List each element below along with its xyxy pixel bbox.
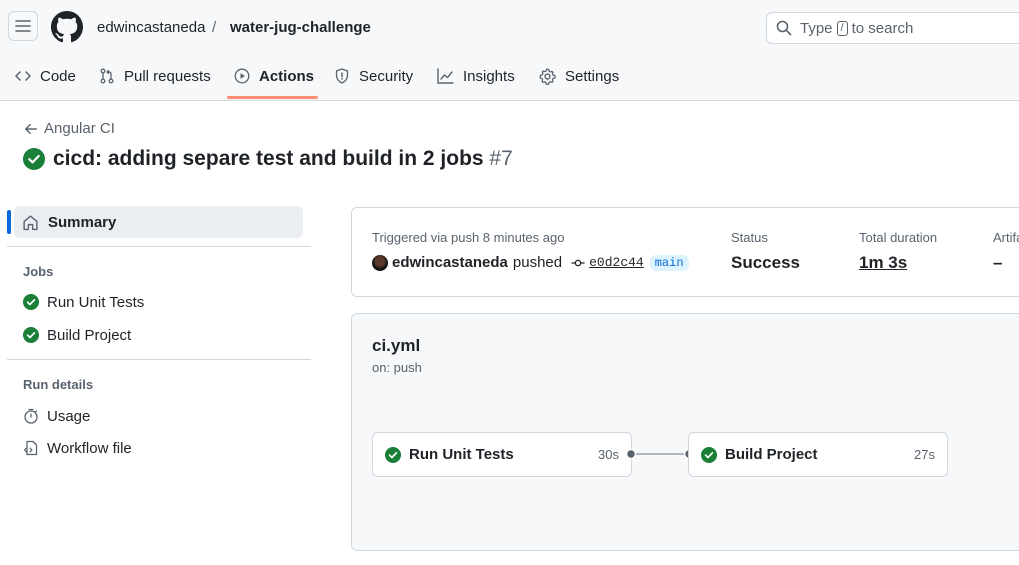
check-circle-icon bbox=[23, 327, 39, 343]
sidebar-item-label: Run Unit Tests bbox=[47, 293, 145, 311]
tab-label: Code bbox=[40, 67, 76, 85]
job-name: Run Unit Tests bbox=[409, 446, 514, 463]
sidebar-item-label: Usage bbox=[47, 407, 91, 425]
sidebar-item-usage[interactable]: Usage bbox=[23, 405, 90, 427]
status-value: Success bbox=[731, 253, 800, 272]
tab-security[interactable]: Security bbox=[334, 64, 413, 88]
github-logo-icon[interactable] bbox=[51, 11, 83, 43]
file-code-icon bbox=[23, 440, 38, 456]
gear-icon bbox=[539, 68, 556, 85]
tab-settings[interactable]: Settings bbox=[539, 64, 619, 88]
pull-request-icon bbox=[100, 68, 114, 84]
stopwatch-icon bbox=[24, 408, 38, 424]
search-placeholder-suffix: to search bbox=[851, 19, 914, 37]
action-text: pushed bbox=[512, 254, 563, 271]
repo-link[interactable]: water-jug-challenge bbox=[230, 19, 371, 37]
search-icon bbox=[776, 20, 792, 36]
trigger-text: Triggered via push 8 minutes ago bbox=[372, 230, 565, 245]
search-placeholder-prefix: Type bbox=[800, 19, 833, 37]
sidebar-item-label: Summary bbox=[48, 213, 117, 231]
tab-label: Pull requests bbox=[124, 67, 211, 85]
actor-link[interactable]: edwincastaneda bbox=[392, 254, 508, 271]
run-details-heading: Run details bbox=[23, 377, 94, 392]
commit-icon bbox=[571, 259, 585, 266]
sidebar-job-run-unit-tests[interactable]: Run Unit Tests bbox=[23, 291, 144, 313]
sidebar-item-summary[interactable]: Summary bbox=[14, 206, 303, 238]
menu-button[interactable] bbox=[8, 11, 38, 41]
graph-icon bbox=[437, 68, 454, 84]
hamburger-icon bbox=[15, 20, 31, 32]
check-circle-icon bbox=[385, 446, 401, 463]
workflow-name: Angular CI bbox=[44, 120, 115, 137]
artifacts-value: – bbox=[993, 253, 1003, 272]
check-circle-icon bbox=[23, 294, 39, 310]
shield-icon bbox=[335, 68, 349, 84]
status-label: Status bbox=[731, 230, 768, 245]
home-icon bbox=[23, 214, 38, 230]
code-icon bbox=[15, 71, 31, 81]
graph-job-run-unit-tests[interactable]: Run Unit Tests 30s bbox=[372, 432, 632, 477]
tab-insights[interactable]: Insights bbox=[437, 64, 515, 88]
workflow-back-link[interactable]: Angular CI bbox=[24, 120, 115, 137]
sidebar-divider bbox=[7, 359, 311, 360]
tab-actions[interactable]: Actions bbox=[234, 64, 314, 88]
duration-link[interactable]: 1m 3s bbox=[859, 253, 907, 273]
selected-tab-indicator bbox=[227, 96, 318, 99]
run-summary-card bbox=[351, 207, 1019, 297]
arrow-left-icon bbox=[25, 123, 37, 134]
breadcrumb-separator: / bbox=[212, 19, 217, 36]
owner-link[interactable]: edwincastaneda bbox=[97, 19, 205, 37]
job-name: Build Project bbox=[725, 446, 818, 463]
search-shortcut-key: / bbox=[836, 20, 848, 36]
job-connector bbox=[625, 448, 695, 460]
run-title-text: cicd: adding separe test and build in 2 … bbox=[53, 147, 484, 170]
run-number: #7 bbox=[489, 147, 513, 170]
commit-info: edwincastaneda pushed e0d2c44 main bbox=[372, 254, 689, 271]
run-title: cicd: adding separe test and build in 2 … bbox=[53, 146, 513, 172]
job-duration: 30s bbox=[598, 447, 619, 462]
sidebar-job-build-project[interactable]: Build Project bbox=[23, 324, 131, 346]
search-input[interactable]: Type / to search bbox=[766, 12, 1019, 44]
sidebar-item-workflow-file[interactable]: Workflow file bbox=[23, 437, 132, 459]
workflow-file-name: ci.yml bbox=[372, 336, 421, 355]
avatar[interactable] bbox=[372, 254, 388, 271]
tab-code[interactable]: Code bbox=[15, 64, 76, 88]
tab-label: Security bbox=[359, 67, 414, 85]
sidebar-item-label: Workflow file bbox=[47, 439, 132, 457]
sidebar-item-label: Build Project bbox=[47, 326, 132, 344]
graph-job-build-project[interactable]: Build Project 27s bbox=[688, 432, 948, 477]
tab-label: Settings bbox=[565, 67, 620, 85]
active-item-indicator bbox=[7, 210, 11, 234]
tab-pull-requests[interactable]: Pull requests bbox=[99, 64, 211, 88]
jobs-heading: Jobs bbox=[23, 264, 54, 279]
check-circle-icon bbox=[701, 446, 717, 463]
workflow-trigger: on: push bbox=[372, 360, 422, 375]
play-icon bbox=[234, 68, 250, 84]
artifacts-label: Artifa bbox=[993, 230, 1019, 245]
tab-label: Insights bbox=[463, 67, 515, 85]
run-success-icon bbox=[23, 148, 45, 170]
tab-label: Actions bbox=[259, 67, 315, 85]
branch-badge[interactable]: main bbox=[649, 254, 689, 271]
duration-label: Total duration bbox=[859, 230, 938, 245]
job-duration: 27s bbox=[914, 447, 935, 462]
sidebar-divider bbox=[7, 246, 311, 247]
commit-sha-link[interactable]: e0d2c44 bbox=[589, 255, 644, 270]
